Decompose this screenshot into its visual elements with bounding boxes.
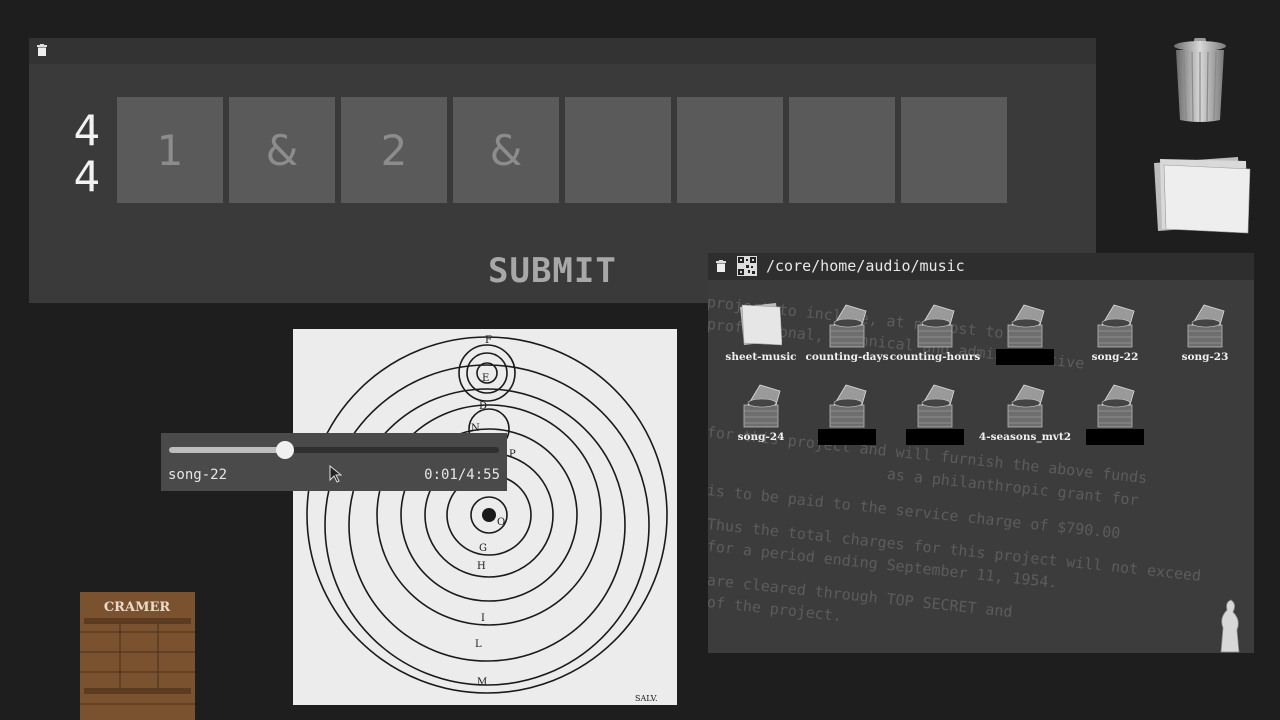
solar-label: M (477, 677, 487, 688)
solar-label: G (479, 543, 487, 554)
file-label: song-23 (1181, 351, 1229, 363)
beat-cell[interactable] (789, 97, 895, 203)
solar-label: I (481, 613, 485, 624)
track-time: 0:01/4:55 (424, 467, 500, 483)
trash-can-icon[interactable] (1172, 38, 1228, 124)
solar-label: O (497, 517, 505, 528)
folder-icon (740, 303, 782, 346)
file-item[interactable] (1072, 381, 1158, 451)
crate-brand-text: CRAMER (104, 600, 171, 615)
beat-cell[interactable]: 1 (117, 97, 223, 203)
file-item[interactable] (982, 301, 1068, 371)
beat-cell[interactable] (901, 97, 1007, 203)
gramophone-icon (917, 304, 955, 348)
file-item[interactable]: counting-hours (890, 301, 980, 371)
beat-cell[interactable]: & (229, 97, 335, 203)
file-item[interactable]: counting-days (804, 301, 890, 371)
time-signature-top: 4 (73, 106, 101, 155)
file-label: counting-days (805, 351, 889, 363)
submit-button[interactable]: SUBMIT (488, 251, 617, 291)
redacted-label (1086, 429, 1144, 445)
file-grid: sheet-music counting-days counting-hours so… (708, 253, 1254, 653)
rhythm-titlebar[interactable] (29, 38, 1096, 64)
music-player: song-22 0:01/4:55 (161, 433, 507, 491)
file-label: sheet-music (725, 351, 797, 363)
gramophone-icon (1097, 304, 1135, 348)
solar-signature: SALV. (635, 694, 658, 703)
file-label: song-22 (1091, 351, 1139, 363)
solar-label: P (509, 449, 516, 460)
figurine-icon[interactable] (1213, 598, 1245, 653)
redacted-label (818, 429, 876, 445)
solar-label: H (477, 561, 486, 572)
file-item[interactable]: song-24 (718, 381, 804, 451)
redacted-label (906, 429, 964, 445)
gramophone-icon (1007, 304, 1045, 348)
file-browser-window: project to include, at no cost to the pr… (708, 253, 1254, 653)
file-item[interactable]: song-22 (1072, 301, 1158, 371)
beat-cell[interactable] (677, 97, 783, 203)
gramophone-icon (743, 384, 781, 428)
gramophone-icon (917, 384, 955, 428)
seek-knob[interactable] (275, 441, 294, 459)
time-signature: 4 4 (73, 108, 101, 200)
file-item[interactable]: sheet-music (718, 301, 804, 371)
solar-label: E (482, 373, 489, 384)
beat-cell[interactable]: & (453, 97, 559, 203)
beat-cell[interactable] (565, 97, 671, 203)
seek-bar[interactable] (169, 441, 499, 459)
gramophone-icon (829, 304, 867, 348)
time-signature-bottom: 4 (73, 152, 101, 201)
file-item[interactable]: 4-seasons_mvt2 (979, 381, 1071, 451)
file-label: song-24 (737, 431, 785, 443)
close-trash-icon[interactable] (37, 44, 47, 56)
solar-system-diagram-image: F E D N P O G H I L M SALV. (293, 329, 677, 705)
papers-icon[interactable] (1150, 155, 1252, 235)
gramophone-icon (829, 384, 867, 428)
file-label: 4-seasons_mvt2 (978, 431, 1072, 443)
file-item[interactable] (892, 381, 978, 451)
solar-label: L (475, 639, 482, 650)
gramophone-icon (1187, 304, 1225, 348)
cramer-crate-image: CRAMER (80, 592, 195, 720)
seek-bar-fill (169, 447, 285, 453)
redacted-label (996, 349, 1054, 365)
gramophone-icon (1097, 384, 1135, 428)
track-name: song-22 (168, 467, 228, 483)
beat-cell[interactable]: 2 (341, 97, 447, 203)
file-item[interactable]: song-23 (1162, 301, 1248, 371)
file-item[interactable] (804, 381, 890, 451)
solar-label: F (485, 335, 492, 346)
gramophone-icon (1007, 384, 1045, 428)
solar-label: D (479, 401, 487, 412)
mouse-cursor-icon (329, 465, 343, 483)
file-label: counting-hours (889, 351, 981, 363)
